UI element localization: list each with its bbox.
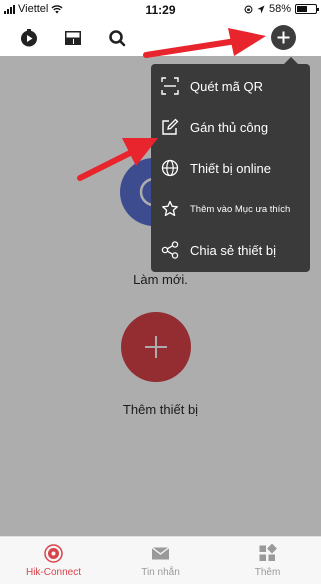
menu-item-label: Chia sẻ thiết bị (190, 242, 276, 258)
more-icon (259, 544, 277, 561)
globe-icon (161, 159, 179, 177)
menu-item-online-device[interactable]: Thiết bị online (151, 148, 310, 188)
menu-item-add-favorite[interactable]: Thêm vào Mục ưa thích (151, 189, 310, 229)
orientation-lock-icon (244, 5, 253, 13)
tab-hik-connect[interactable]: Hik-Connect (0, 537, 107, 584)
battery-fill (297, 6, 308, 12)
record-icon[interactable] (19, 28, 39, 48)
hik-connect-icon (44, 544, 63, 563)
tab-label: Hik-Connect (25, 567, 82, 578)
tab-bar: Hik-Connect Tin nhắn Thêm (0, 536, 321, 584)
menu-item-label: Quét mã QR (190, 78, 263, 94)
menu-item-scan-qr[interactable]: Quét mã QR (151, 66, 310, 106)
tab-more[interactable]: Thêm (214, 537, 321, 584)
menu-item-label: Thêm vào Mục ưa thích (190, 203, 291, 215)
battery-icon (295, 4, 319, 14)
layout-icon[interactable] (63, 28, 83, 48)
tab-label: Tin nhắn (141, 567, 180, 578)
menu-item-label: Gán thủ công (190, 119, 269, 135)
edit-icon (162, 118, 179, 135)
add-menu-button[interactable] (271, 25, 296, 50)
add-icon (277, 31, 290, 44)
share-icon (161, 241, 179, 259)
menu-item-manual-add[interactable]: Gán thủ công (151, 107, 310, 147)
message-icon (151, 546, 170, 560)
menu-item-label: Thiết bị online (190, 160, 271, 176)
star-icon (162, 200, 178, 217)
tab-label: Thêm (254, 567, 281, 578)
qr-scan-icon (161, 77, 179, 95)
battery-percent: 58% (268, 3, 291, 15)
status-right: 58% (244, 3, 319, 15)
search-icon[interactable] (107, 28, 127, 48)
menu-item-share-device[interactable]: Chia sẻ thiết bị (151, 230, 310, 270)
status-bar: Viettel 11:29 58% (0, 0, 321, 20)
tab-messages[interactable]: Tin nhắn (107, 537, 214, 584)
add-menu: Quét mã QR Gán thủ công Thiết bị online … (151, 57, 310, 272)
location-icon (257, 5, 265, 13)
